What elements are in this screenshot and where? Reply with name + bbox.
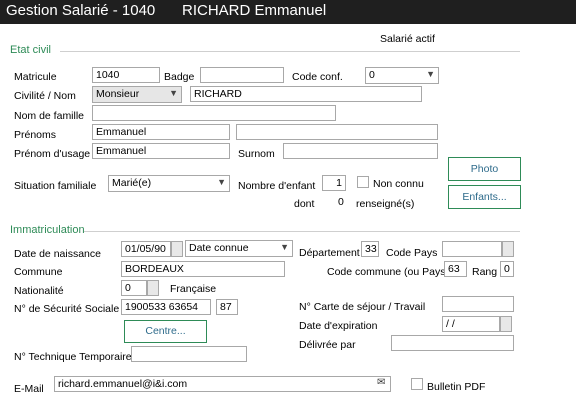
departement-label: Département bbox=[299, 247, 360, 259]
nombre-enfant-field[interactable]: 1 bbox=[322, 175, 346, 191]
prenom-usage-label: Prénom d'usage bbox=[14, 148, 91, 160]
enfants-button[interactable]: Enfants... bbox=[448, 185, 521, 209]
nationalite-value: Française bbox=[170, 283, 217, 295]
rang-label: Rang bbox=[472, 266, 498, 278]
nationalite-label: Nationalité bbox=[14, 285, 64, 297]
chevron-down-icon: ▼ bbox=[426, 69, 435, 79]
prenom1-field[interactable]: Emmanuel bbox=[92, 124, 230, 140]
photo-button[interactable]: Photo bbox=[448, 157, 521, 181]
nom-famille-label: Nom de famille bbox=[14, 110, 85, 122]
non-connu-checkbox[interactable] bbox=[357, 176, 369, 188]
surnom-field[interactable] bbox=[283, 143, 438, 159]
code-commune-field[interactable]: 63 bbox=[444, 261, 467, 277]
rang-field[interactable]: 0 bbox=[500, 261, 514, 277]
prenom2-field[interactable] bbox=[236, 124, 438, 140]
num-secu-field[interactable]: 1900533 63654 bbox=[121, 299, 211, 315]
civilite-nom-label: Civilité / Nom bbox=[14, 90, 76, 102]
centre-button[interactable]: Centre... bbox=[124, 320, 207, 343]
chevron-down-icon: ▼ bbox=[280, 242, 289, 252]
nom-famille-field[interactable] bbox=[92, 105, 336, 121]
employee-status: Salarié actif bbox=[380, 33, 435, 45]
delivree-par-field[interactable] bbox=[391, 335, 514, 351]
window-titlebar: Gestion Salarié - 1040 RICHARD Emmanuel bbox=[0, 0, 576, 24]
lookup-icon[interactable] bbox=[502, 241, 514, 257]
section-divider bbox=[84, 231, 520, 232]
num-technique-field[interactable] bbox=[131, 346, 247, 362]
section-immatriculation: Immatriculation bbox=[10, 224, 85, 236]
nom-field[interactable]: RICHARD bbox=[190, 86, 422, 102]
calendar-icon[interactable] bbox=[500, 316, 512, 332]
date-naissance-field[interactable]: 01/05/90 bbox=[121, 241, 171, 257]
bulletin-pdf-label: Bulletin PDF bbox=[427, 381, 486, 393]
date-expiration-field[interactable]: / / bbox=[442, 316, 500, 332]
situation-familiale-label: Situation familiale bbox=[14, 180, 97, 192]
mail-icon[interactable]: ✉ bbox=[377, 377, 385, 388]
renseignes-label: renseigné(s) bbox=[356, 198, 415, 210]
window-title: Gestion Salarié - 1040 bbox=[6, 2, 156, 19]
date-expiration-label: Date d'expiration bbox=[299, 320, 378, 332]
date-naissance-label: Date de naissance bbox=[14, 248, 101, 260]
matricule-label: Matricule bbox=[14, 71, 57, 83]
section-etat-civil: Etat civil bbox=[10, 44, 51, 56]
commune-field[interactable]: BORDEAUX bbox=[121, 261, 285, 277]
carte-sejour-label: N° Carte de séjour / Travail bbox=[299, 301, 426, 313]
email-field[interactable]: richard.emmanuel@i&i.com bbox=[54, 376, 391, 392]
civilite-select[interactable]: Monsieur ▼ bbox=[92, 86, 182, 103]
code-conf-value: 0 bbox=[369, 69, 375, 81]
situation-familiale-value: Marié(e) bbox=[112, 177, 152, 189]
email-label: E-Mail bbox=[14, 383, 44, 395]
num-secu-cle-field[interactable]: 87 bbox=[216, 299, 238, 315]
code-conf-label: Code conf. bbox=[292, 71, 343, 83]
employee-name: RICHARD Emmanuel bbox=[182, 2, 327, 19]
section-divider bbox=[60, 51, 520, 52]
num-secu-label: N° de Sécurité Sociale bbox=[14, 303, 120, 315]
date-connue-select[interactable]: Date connue ▼ bbox=[185, 240, 293, 257]
nationalite-code-field[interactable]: 0 bbox=[121, 280, 147, 296]
code-pays-field[interactable] bbox=[442, 241, 502, 257]
nombre-enfant-label: Nombre d'enfant bbox=[238, 180, 316, 192]
matricule-field[interactable]: 1040 bbox=[92, 67, 160, 83]
prenoms-label: Prénoms bbox=[14, 129, 57, 141]
date-connue-value: Date connue bbox=[189, 242, 249, 254]
num-technique-label: N° Technique Temporaire bbox=[14, 351, 132, 363]
dont-label: dont bbox=[294, 198, 315, 210]
calendar-icon[interactable] bbox=[171, 241, 183, 257]
civilite-value: Monsieur bbox=[96, 88, 140, 100]
chevron-down-icon: ▼ bbox=[217, 177, 226, 187]
code-conf-select[interactable]: 0 ▼ bbox=[365, 67, 439, 84]
bulletin-pdf-checkbox[interactable] bbox=[411, 378, 423, 390]
code-commune-label: Code commune (ou Pays) bbox=[327, 266, 449, 278]
prenom-usage-field[interactable]: Emmanuel bbox=[92, 143, 230, 159]
delivree-par-label: Délivrée par bbox=[299, 339, 356, 351]
dont-count: 0 bbox=[338, 196, 344, 208]
surnom-label: Surnom bbox=[238, 148, 275, 160]
lookup-icon[interactable] bbox=[147, 280, 159, 296]
badge-label: Badge bbox=[164, 71, 195, 83]
non-connu-label: Non connu bbox=[373, 178, 424, 190]
carte-sejour-field[interactable] bbox=[442, 296, 514, 312]
commune-label: Commune bbox=[14, 266, 63, 278]
situation-familiale-select[interactable]: Marié(e) ▼ bbox=[108, 175, 230, 192]
code-pays-label: Code Pays bbox=[386, 247, 438, 259]
departement-field[interactable]: 33 bbox=[361, 241, 379, 257]
badge-field[interactable] bbox=[200, 67, 284, 83]
chevron-down-icon: ▼ bbox=[169, 88, 178, 98]
